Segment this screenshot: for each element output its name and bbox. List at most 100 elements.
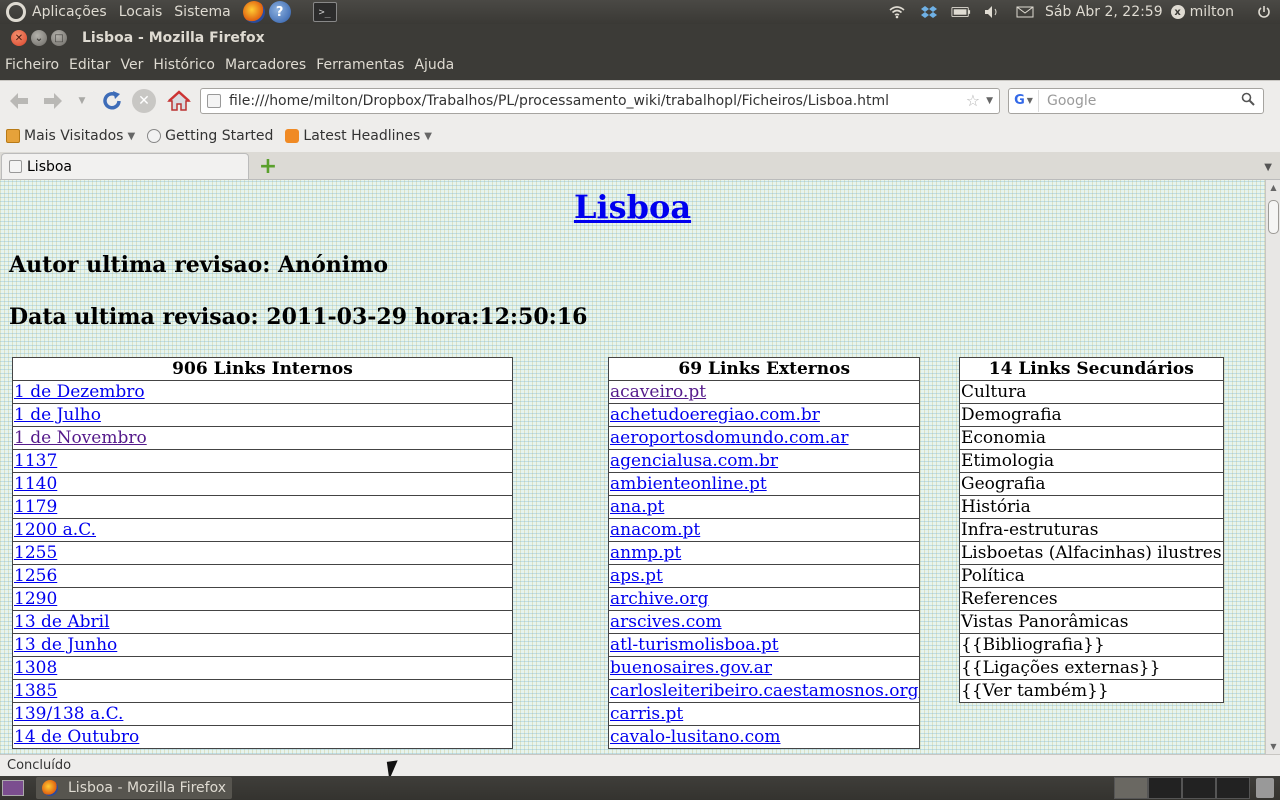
link-item[interactable]: archive.org bbox=[610, 589, 708, 609]
panel-menu-aplicacoes[interactable]: Aplicações bbox=[32, 4, 107, 20]
link-item[interactable]: 13 de Abril bbox=[14, 612, 110, 632]
panel-menu-sistema[interactable]: Sistema bbox=[174, 4, 230, 20]
link-item[interactable]: agencialusa.com.br bbox=[610, 451, 778, 471]
link-item[interactable]: buenosaires.gov.ar bbox=[610, 658, 772, 678]
bookmark-getting-started[interactable]: Getting Started bbox=[147, 128, 273, 144]
power-icon[interactable] bbox=[1254, 4, 1274, 20]
menu-ferramentas[interactable]: Ferramentas bbox=[316, 57, 404, 73]
link-item[interactable]: anacom.pt bbox=[610, 520, 700, 540]
link-item[interactable]: 1385 bbox=[14, 681, 57, 701]
forward-arrow-icon[interactable] bbox=[40, 87, 66, 115]
table-row: achetudoeregiao.com.br bbox=[607, 403, 921, 427]
table-cell: 13 de Junho bbox=[12, 633, 513, 657]
tab-lisboa[interactable]: Lisboa bbox=[1, 153, 249, 179]
search-magnifier-icon[interactable] bbox=[1241, 92, 1259, 110]
link-item[interactable]: arscives.com bbox=[610, 612, 722, 632]
link-item[interactable]: 1255 bbox=[14, 543, 57, 563]
link-item[interactable]: 1 de Novembro bbox=[14, 428, 147, 448]
workspace-3[interactable] bbox=[1182, 777, 1216, 799]
firefox-launcher-icon[interactable] bbox=[242, 1, 265, 23]
vertical-scrollbar[interactable]: ▲ ▼ bbox=[1265, 180, 1280, 754]
user-name[interactable]: milton bbox=[1190, 4, 1234, 20]
scroll-down-arrow-icon[interactable]: ▼ bbox=[1266, 739, 1280, 754]
link-item[interactable]: 1256 bbox=[14, 566, 57, 586]
terminal-icon[interactable]: >_ bbox=[312, 2, 337, 22]
menu-historico[interactable]: Histórico bbox=[153, 57, 215, 73]
user-status-icon[interactable]: x bbox=[1170, 5, 1185, 19]
scroll-up-arrow-icon[interactable]: ▲ bbox=[1266, 180, 1280, 195]
link-item[interactable]: 14 de Outubro bbox=[14, 727, 139, 747]
dropbox-icon[interactable] bbox=[919, 4, 939, 20]
tab-list-chevron-icon[interactable]: ▼ bbox=[1264, 162, 1272, 173]
window-maximize-button[interactable]: □ bbox=[51, 30, 67, 46]
workspace-4[interactable] bbox=[1216, 777, 1250, 799]
link-item[interactable]: 1290 bbox=[14, 589, 57, 609]
menu-editar[interactable]: Editar bbox=[69, 57, 110, 73]
mail-icon[interactable] bbox=[1015, 4, 1035, 20]
scrollbar-thumb[interactable] bbox=[1268, 200, 1279, 234]
link-item[interactable]: 1179 bbox=[14, 497, 57, 517]
menu-ver[interactable]: Ver bbox=[120, 57, 143, 73]
bookmark-mais-visitados[interactable]: Mais Visitados ▼ bbox=[6, 128, 135, 144]
link-item[interactable]: 13 de Junho bbox=[14, 635, 117, 655]
show-desktop-icon[interactable] bbox=[2, 780, 24, 796]
ubuntu-logo-icon[interactable] bbox=[6, 2, 26, 22]
site-identity-icon[interactable] bbox=[207, 93, 221, 108]
clock[interactable]: Sáb Abr 2, 22:59 bbox=[1045, 4, 1163, 20]
workspace-switcher[interactable] bbox=[1114, 777, 1250, 799]
stop-icon[interactable]: ✕ bbox=[132, 88, 156, 113]
url-bar[interactable]: file:///home/milton/Dropbox/Trabalhos/PL… bbox=[200, 87, 1000, 114]
link-item[interactable]: ambienteonline.pt bbox=[610, 474, 767, 494]
link-item[interactable]: aps.pt bbox=[610, 566, 663, 586]
external-links-header: 69 Links Externos bbox=[607, 357, 921, 381]
window-titlebar[interactable]: ✕ ⌄ □ Lisboa - Mozilla Firefox bbox=[0, 24, 1280, 52]
navigation-toolbar: ▼ ✕ file:///home/milton/Dropbox/Trabalho… bbox=[0, 80, 1280, 120]
search-input[interactable] bbox=[1039, 92, 1241, 109]
google-engine-icon[interactable]: G ▼ bbox=[1009, 89, 1039, 112]
link-item[interactable]: 1308 bbox=[14, 658, 57, 678]
tab-label: Lisboa bbox=[27, 158, 73, 175]
link-item[interactable]: 1 de Julho bbox=[14, 405, 101, 425]
back-arrow-icon[interactable] bbox=[6, 87, 32, 115]
panel-menu-locais[interactable]: Locais bbox=[119, 4, 163, 20]
menu-ajuda[interactable]: Ajuda bbox=[414, 57, 454, 73]
window-close-button[interactable]: ✕ bbox=[11, 30, 27, 46]
link-item[interactable]: 139/138 a.C. bbox=[14, 704, 123, 724]
search-bar[interactable]: G ▼ bbox=[1008, 87, 1264, 114]
bookmark-star-icon[interactable]: ☆ bbox=[966, 91, 980, 110]
link-item[interactable]: anmp.pt bbox=[610, 543, 681, 563]
link-item[interactable]: aeroportosdomundo.com.ar bbox=[610, 428, 849, 448]
table-cell: ana.pt bbox=[607, 495, 921, 519]
page-title-link[interactable]: Lisboa bbox=[574, 188, 691, 226]
link-item[interactable]: carlosleiteribeiro.caestamosnos.org bbox=[610, 681, 918, 701]
taskbar-item-firefox[interactable]: Lisboa - Mozilla Firefox bbox=[36, 777, 232, 799]
workspace-1[interactable] bbox=[1114, 777, 1148, 799]
battery-icon[interactable] bbox=[951, 4, 971, 20]
table-row: Infra-estruturas bbox=[959, 518, 1224, 542]
trash-icon[interactable] bbox=[1256, 778, 1274, 798]
new-tab-plus-icon[interactable]: + bbox=[259, 154, 277, 179]
volume-icon[interactable] bbox=[983, 4, 1003, 20]
help-icon[interactable]: ? bbox=[268, 1, 291, 23]
link-item[interactable]: 1137 bbox=[14, 451, 57, 471]
link-item[interactable]: 1200 a.C. bbox=[14, 520, 96, 540]
window-minimize-button[interactable]: ⌄ bbox=[31, 30, 47, 46]
wifi-icon[interactable] bbox=[887, 4, 907, 20]
menu-ficheiro[interactable]: Ficheiro bbox=[5, 57, 59, 73]
link-item[interactable]: achetudoeregiao.com.br bbox=[610, 405, 820, 425]
home-icon[interactable] bbox=[166, 87, 192, 115]
url-dropdown-icon[interactable]: ▼ bbox=[986, 96, 993, 106]
link-item[interactable]: ana.pt bbox=[610, 497, 664, 517]
reload-icon[interactable] bbox=[98, 87, 126, 115]
bookmark-latest-headlines[interactable]: Latest Headlines ▼ bbox=[285, 128, 432, 144]
workspace-2[interactable] bbox=[1148, 777, 1182, 799]
link-item[interactable]: acaveiro.pt bbox=[610, 382, 706, 402]
link-item[interactable]: cavalo-lusitano.com bbox=[610, 727, 781, 747]
history-dropdown-icon[interactable]: ▼ bbox=[76, 87, 88, 115]
link-item[interactable]: 1140 bbox=[14, 474, 57, 494]
link-item[interactable]: carris.pt bbox=[610, 704, 683, 724]
link-item[interactable]: 1 de Dezembro bbox=[14, 382, 145, 402]
url-text[interactable]: file:///home/milton/Dropbox/Trabalhos/PL… bbox=[229, 93, 966, 109]
link-item[interactable]: atl-turismolisboa.pt bbox=[610, 635, 779, 655]
menu-marcadores[interactable]: Marcadores bbox=[225, 57, 306, 73]
